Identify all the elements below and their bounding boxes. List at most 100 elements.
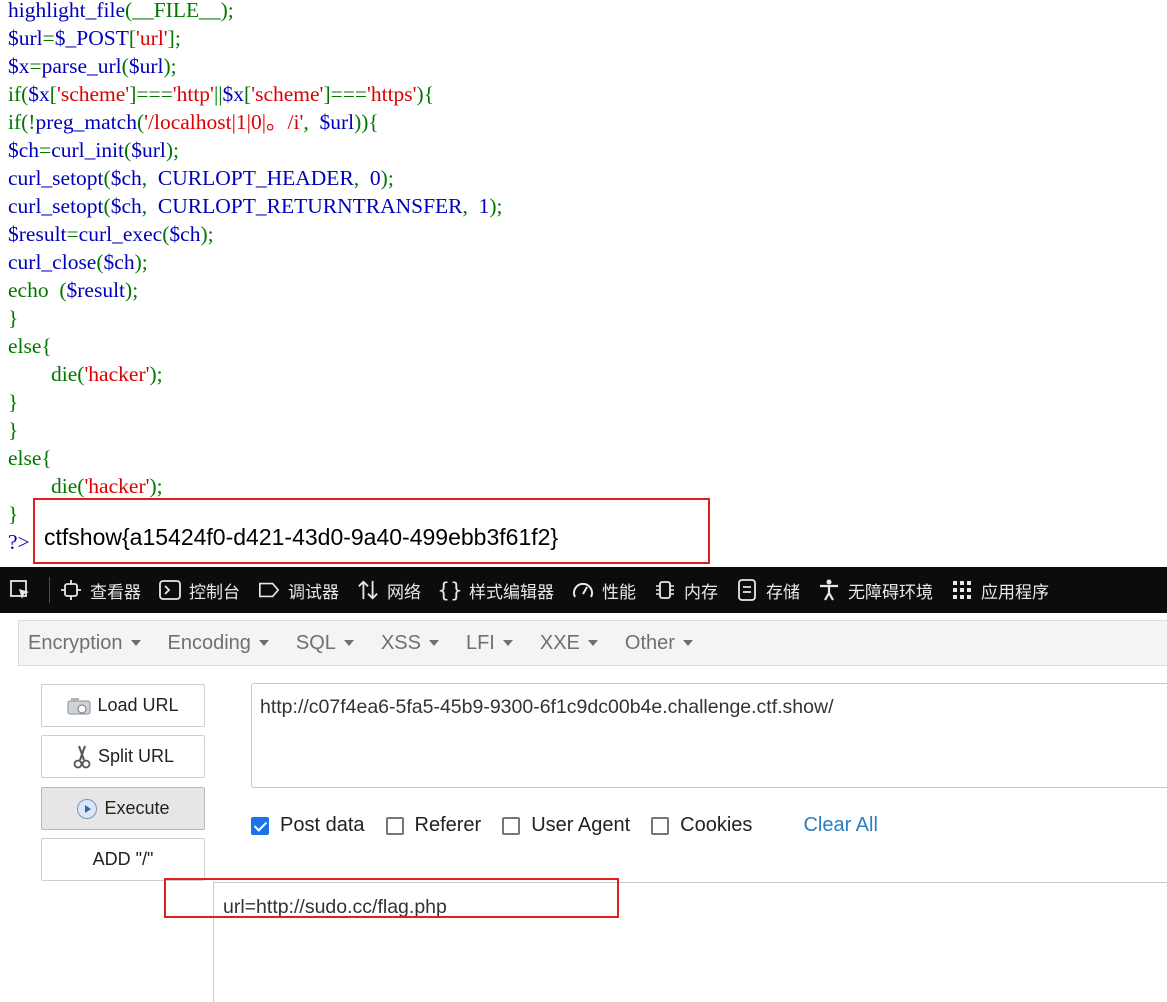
code-token: ]=== (129, 82, 173, 106)
code-token: ( (103, 194, 111, 218)
code-token: = (39, 138, 52, 162)
memory-chip-icon (654, 579, 676, 601)
caret-down-icon (130, 640, 141, 646)
tab-memory[interactable]: 内存 (654, 578, 718, 603)
caret-down-icon (682, 640, 693, 646)
braces-icon: {} (437, 578, 463, 602)
tab-console[interactable]: 控制台 (159, 578, 240, 603)
code-token: curl_init (51, 138, 125, 162)
code-token: curl_setopt (8, 194, 104, 218)
code-token: ( (103, 166, 111, 190)
code-token: $x (222, 82, 245, 106)
code-token: ( (121, 54, 129, 78)
code-token: ); (134, 250, 148, 274)
clear-all-link[interactable]: Clear All (803, 814, 877, 837)
code-token: $_POST (54, 26, 129, 50)
code-token: = (29, 54, 42, 78)
code-token: ); (163, 54, 177, 78)
referer-toggle[interactable]: Referer (385, 814, 481, 837)
code-token: ]=== (323, 82, 367, 106)
post-data-checkbox[interactable] (251, 816, 269, 835)
menu-xxe[interactable]: XXE (540, 632, 598, 655)
code-token: [ (49, 82, 57, 106)
code-token: 'url' (136, 26, 168, 50)
load-url-button[interactable]: Load URL (41, 684, 205, 727)
code-token: 'hacker' (84, 362, 150, 386)
code-token: $ch (169, 222, 201, 246)
code-line: curl_setopt($ch, CURLOPT_RETURNTRANSFER,… (8, 192, 503, 220)
code-token: [ (128, 26, 137, 50)
cookies-checkbox[interactable] (651, 816, 670, 835)
code-token: $url (319, 110, 355, 134)
tab-application[interactable]: 应用程序 (951, 578, 1049, 603)
code-token: $url (128, 54, 164, 78)
code-token: ( (96, 250, 104, 274)
code-token: ); (380, 166, 394, 190)
caret-down-icon (258, 640, 269, 646)
code-token: ); (125, 278, 139, 302)
post-data-toggle[interactable]: Post data (251, 814, 365, 837)
execute-button[interactable]: Execute (41, 787, 205, 830)
tab-debugger[interactable]: 调试器 (258, 578, 339, 603)
user-agent-checkbox[interactable] (502, 816, 521, 835)
code-token: else{ (8, 334, 52, 358)
code-token: } (8, 306, 19, 330)
code-token: } (8, 418, 19, 442)
code-token: $x (28, 82, 50, 106)
code-token: die( (8, 474, 85, 498)
menu-other[interactable]: Other (625, 632, 693, 655)
code-token: '/localhost|1|0|。/i' (144, 110, 304, 134)
code-token: = (66, 222, 79, 246)
code-token: curl_close (8, 250, 97, 274)
referer-checkbox[interactable] (385, 816, 404, 835)
cookies-toggle[interactable]: Cookies (651, 814, 752, 837)
user-agent-toggle[interactable]: User Agent (502, 814, 630, 837)
code-token: CURLOPT_HEADER (157, 166, 354, 190)
menu-sql[interactable]: SQL (296, 632, 354, 655)
code-line: else{ (8, 444, 52, 472)
code-token: )){ (354, 110, 379, 134)
tab-inspector[interactable]: 查看器 (60, 578, 141, 603)
code-token: echo (8, 278, 60, 302)
code-token: ); (200, 222, 214, 246)
menu-encoding[interactable]: Encoding (168, 632, 269, 655)
code-token: , (303, 110, 320, 134)
code-line: curl_setopt($ch, CURLOPT_HEADER, 0); (8, 164, 394, 192)
grid-icon (951, 579, 973, 601)
element-picker-button[interactable] (9, 579, 39, 601)
tab-accessibility[interactable]: 无障碍环境 (818, 578, 933, 603)
request-options: Post data Referer User Agent Cookies Cle… (251, 814, 878, 837)
url-input[interactable]: http://c07f4ea6-5fa5-45b9-9300-6f1c9dc00… (251, 683, 1167, 788)
code-token: 'scheme' (251, 82, 324, 106)
code-token: ); (149, 474, 163, 498)
code-token: if(! (8, 110, 36, 134)
code-line: } (8, 304, 18, 332)
code-token: CURLOPT_RETURNTRANSFER (157, 194, 463, 218)
menu-lfi[interactable]: LFI (466, 632, 513, 655)
code-token: preg_match (35, 110, 137, 134)
pick-element-icon (9, 579, 31, 601)
code-token: ]; (167, 26, 181, 50)
code-line: curl_close($ch); (8, 248, 148, 276)
code-token: $ch (110, 166, 142, 190)
split-url-button[interactable]: Split URL (41, 735, 205, 778)
code-line: highlight_file(__FILE__); (8, 0, 234, 24)
tab-style-editor[interactable]: {} 样式编辑器 (437, 578, 554, 603)
code-token: $x (8, 54, 30, 78)
tab-network[interactable]: 网络 (357, 578, 421, 603)
code-token: parse_url (41, 54, 122, 78)
code-line: } (8, 388, 18, 416)
code-token: $ch (103, 250, 135, 274)
menu-encryption[interactable]: Encryption (28, 632, 141, 655)
code-token: 'hacker' (84, 474, 150, 498)
post-data-highlight-box (164, 878, 619, 918)
caret-down-icon (343, 640, 354, 646)
add-slash-button[interactable]: ADD "/" (41, 838, 205, 881)
tab-storage[interactable]: 存储 (736, 578, 800, 603)
code-token: (__FILE__); (125, 0, 234, 22)
tab-performance[interactable]: 性能 (572, 578, 636, 603)
menu-xss[interactable]: XSS (381, 632, 439, 655)
scissors-icon (73, 745, 91, 768)
code-token: ){ (416, 82, 435, 106)
storage-icon (736, 579, 758, 601)
